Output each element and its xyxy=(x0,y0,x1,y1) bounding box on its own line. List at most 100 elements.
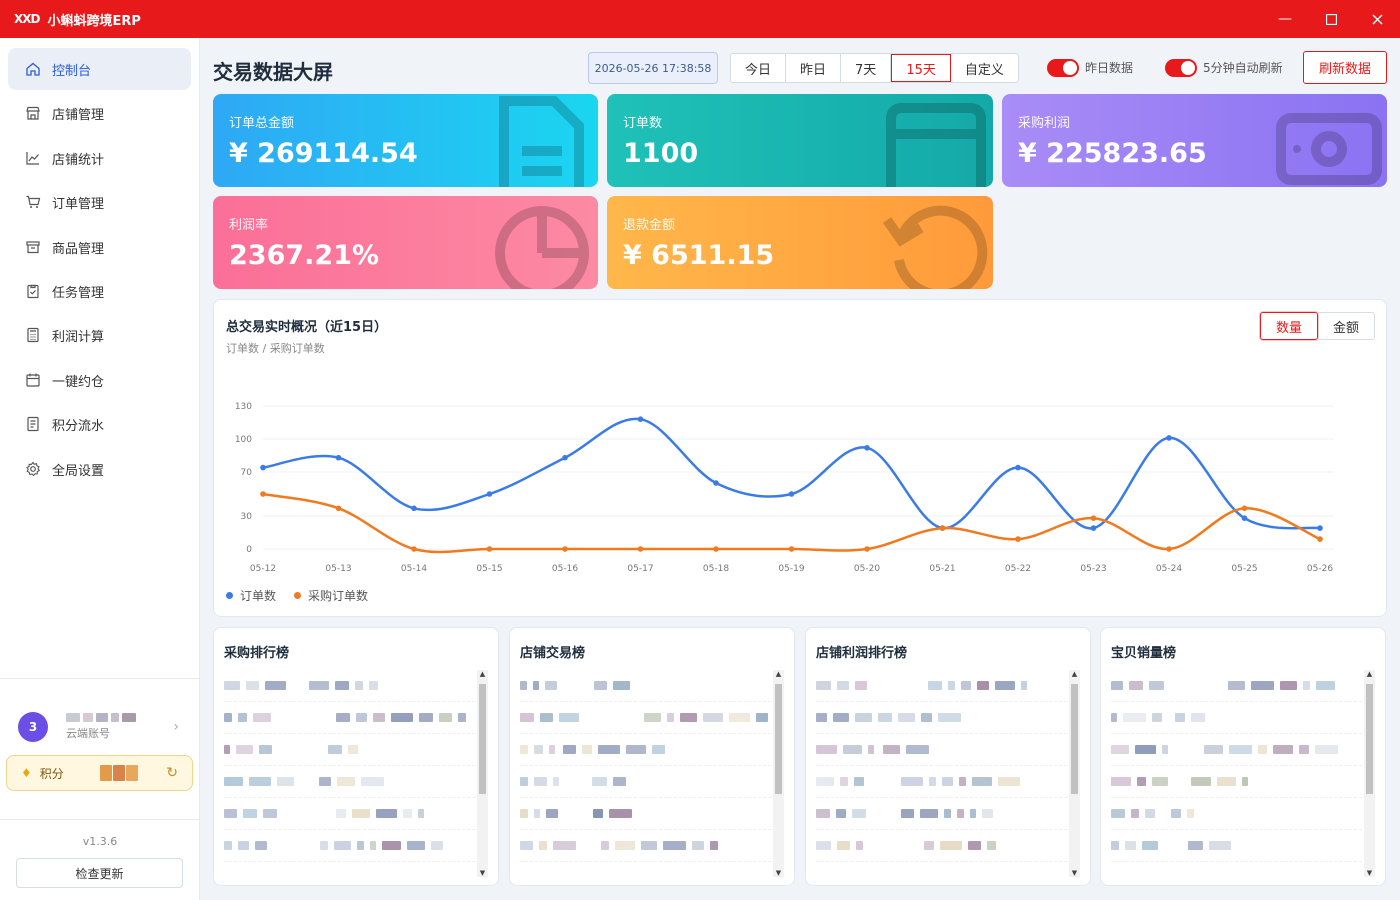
scrollbar[interactable]: ▲ ▼ xyxy=(1364,670,1375,877)
stat-value: ¥ 269114.54 xyxy=(229,138,418,169)
sidebar-item-dashboard[interactable]: 控制台 xyxy=(8,48,191,90)
scrollbar-thumb[interactable] xyxy=(1071,684,1078,794)
redacted-cell xyxy=(539,841,547,850)
scroll-down-icon[interactable]: ▼ xyxy=(1364,869,1375,877)
scrollbar-thumb[interactable] xyxy=(479,684,486,794)
range-yesterday-button[interactable]: 昨日 xyxy=(786,54,842,82)
sidebar-item-global-settings[interactable]: 全局设置 xyxy=(8,448,191,490)
redacted-cell xyxy=(376,809,397,818)
pie-chart-icon xyxy=(495,206,589,289)
scrollbar[interactable]: ▲ ▼ xyxy=(773,670,784,877)
stat-value: 1100 xyxy=(623,138,699,169)
redacted-cell xyxy=(837,681,849,690)
scroll-down-icon[interactable]: ▼ xyxy=(477,869,488,877)
points-card: ♦ 积分 ↻ xyxy=(6,755,193,791)
redacted-cell xyxy=(356,713,367,722)
scrollbar-thumb[interactable] xyxy=(1366,684,1373,794)
sidebar-item-label: 店铺统计 xyxy=(52,152,105,168)
minimize-button[interactable]: — xyxy=(1262,0,1308,38)
scroll-up-icon[interactable]: ▲ xyxy=(1364,670,1375,678)
scroll-down-icon[interactable]: ▼ xyxy=(1069,869,1080,877)
scroll-up-icon[interactable]: ▲ xyxy=(773,670,784,678)
redacted-cell xyxy=(1145,809,1155,818)
redacted-cell xyxy=(601,841,609,850)
redacted-cell xyxy=(1217,777,1236,786)
redacted-cell xyxy=(533,681,539,690)
redacted-cell xyxy=(592,777,607,786)
close-button[interactable] xyxy=(1354,0,1400,38)
sidebar-item-store-stats[interactable]: 店铺统计 xyxy=(8,137,191,179)
data-point xyxy=(637,416,644,422)
redacted-cell xyxy=(840,777,848,786)
stat-label: 采购利润 xyxy=(1018,116,1071,131)
sidebar-item-product-management[interactable]: 商品管理 xyxy=(8,226,191,268)
range-7d-button[interactable]: 7天 xyxy=(841,54,892,82)
stat-card-refund-amount: 退款金额 ¥ 6511.15 xyxy=(607,196,993,289)
redacted-cell xyxy=(613,777,626,786)
scroll-up-icon[interactable]: ▲ xyxy=(477,670,488,678)
current-datetime: 2026-05-26 17:38:58 xyxy=(588,52,718,84)
account-card[interactable]: 3 云端账号 › xyxy=(8,704,191,750)
redacted-cell xyxy=(995,681,1015,690)
redacted-cell xyxy=(520,713,534,722)
yesterday-data-toggle[interactable] xyxy=(1047,59,1079,77)
redacted-cell xyxy=(265,681,286,690)
sidebar-item-task-management[interactable]: 任务管理 xyxy=(8,270,191,312)
redacted-cell xyxy=(439,713,452,722)
redacted-cell xyxy=(263,809,277,818)
ranking-rows-redacted xyxy=(224,670,480,877)
redacted-cell xyxy=(1303,681,1310,690)
redacted-cell xyxy=(1162,745,1168,754)
redacted-cell xyxy=(883,745,900,754)
store-icon xyxy=(24,104,42,122)
table-row xyxy=(816,766,1072,798)
redacted-cell xyxy=(1228,681,1245,690)
redacted-cell xyxy=(924,841,934,850)
sidebar-item-order-management[interactable]: 订单管理 xyxy=(8,181,191,223)
scrollbar-thumb[interactable] xyxy=(775,684,782,794)
redacted-cell xyxy=(255,841,267,850)
redacted-cell xyxy=(898,713,915,722)
redacted-cell xyxy=(1123,713,1146,722)
sidebar-item-label: 店铺管理 xyxy=(52,107,105,123)
refresh-data-button[interactable]: 刷新数据 xyxy=(1303,51,1387,84)
redacted-cell xyxy=(878,713,892,722)
document-icon xyxy=(24,415,42,433)
redacted-cell xyxy=(1131,809,1139,818)
stat-card-order-count: 订单数 1100 xyxy=(607,94,993,187)
range-today-button[interactable]: 今日 xyxy=(731,54,787,82)
app-title: 小蝌蚪跨境ERP xyxy=(47,13,141,29)
sidebar-item-warehouse-booking[interactable]: 一键约仓 xyxy=(8,359,191,401)
sidebar-item-profit-calc[interactable]: 利润计算 xyxy=(8,314,191,356)
range-custom-button[interactable]: 自定义 xyxy=(951,54,1018,82)
redacted-cell xyxy=(1171,809,1181,818)
redacted-cell xyxy=(855,713,872,722)
table-row xyxy=(1111,670,1367,702)
legend-item-orders[interactable]: 订单数 xyxy=(226,587,276,604)
maximize-button[interactable] xyxy=(1308,0,1354,38)
scrollbar[interactable]: ▲ ▼ xyxy=(477,670,488,877)
scrollbar[interactable]: ▲ ▼ xyxy=(1069,670,1080,877)
refresh-points-icon[interactable]: ↻ xyxy=(166,765,178,781)
check-update-button[interactable]: 检查更新 xyxy=(16,858,183,888)
redacted-cell xyxy=(1242,777,1248,786)
scroll-down-icon[interactable]: ▼ xyxy=(773,869,784,877)
x-tick-label: 05-19 xyxy=(778,564,804,574)
redacted-cell xyxy=(816,745,837,754)
redacted-cell xyxy=(1229,745,1252,754)
legend-dot xyxy=(294,592,301,599)
scroll-up-icon[interactable]: ▲ xyxy=(1069,670,1080,678)
redacted-cell xyxy=(920,809,938,818)
data-point xyxy=(411,505,417,512)
ranking-title: 店铺利润排行榜 xyxy=(816,646,908,661)
table-row xyxy=(224,798,480,830)
auto-refresh-toggle[interactable] xyxy=(1165,59,1197,77)
range-15d-button[interactable]: 15天 xyxy=(891,54,951,82)
redacted-cell xyxy=(348,745,358,754)
sidebar-item-store-management[interactable]: 店铺管理 xyxy=(8,92,191,134)
redacted-cell xyxy=(361,777,384,786)
box-icon xyxy=(24,238,42,256)
sidebar-item-points-ledger[interactable]: 积分流水 xyxy=(8,403,191,445)
stat-card-total-amount: 订单总金额 ¥ 269114.54 xyxy=(213,94,598,187)
legend-item-purchase-orders[interactable]: 采购订单数 xyxy=(294,587,368,604)
